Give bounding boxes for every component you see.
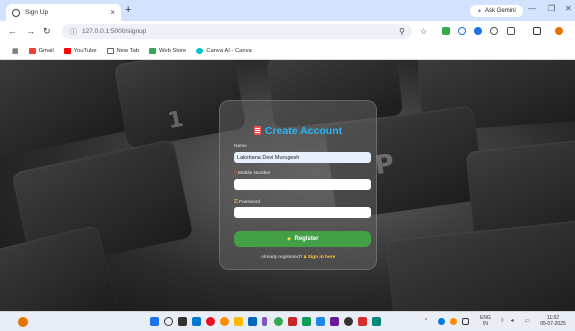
register-button[interactable]: ✦ Register — [234, 231, 371, 247]
document-icon — [253, 126, 261, 135]
back-arrow-icon[interactable]: ← — [8, 26, 17, 37]
web-store-icon — [149, 48, 156, 54]
start-menu-icon[interactable] — [150, 317, 159, 326]
app-icon[interactable] — [330, 317, 339, 326]
volume-icon[interactable]: 🔊︎ — [511, 318, 514, 324]
extensions-puzzle-icon[interactable] — [507, 27, 515, 35]
url-text: 127.0.0.1:5000/signup — [82, 28, 147, 35]
tab-title: Sign Up — [25, 9, 49, 16]
globe-icon — [12, 8, 20, 17]
password-label-text: Password — [239, 200, 261, 205]
tab-strip: Sign Up × + ✦ Ask Gemini — ❐ ✕ — [0, 0, 575, 21]
register-label: Register — [294, 236, 319, 242]
apps-grid-icon[interactable]: ▦ — [12, 47, 19, 55]
tray-app-icon[interactable] — [462, 318, 469, 325]
mobile-number-input[interactable] — [234, 179, 371, 190]
weather-widget-icon[interactable] — [18, 317, 28, 327]
tray-chevron-icon[interactable]: ^ — [425, 318, 427, 324]
app-icon[interactable] — [220, 317, 229, 326]
forward-arrow-icon[interactable]: → — [26, 26, 35, 37]
sparkle-icon: ✦ — [286, 236, 292, 243]
keyboard-key-image — [385, 219, 575, 311]
search-icon[interactable] — [164, 317, 173, 326]
language-indicator[interactable]: ENG IN — [480, 315, 491, 327]
store-icon[interactable] — [248, 317, 257, 326]
vscode-icon[interactable] — [316, 317, 325, 326]
form-title: Create Account — [220, 125, 376, 137]
tray-app-icon[interactable] — [438, 318, 445, 325]
app-icon[interactable] — [358, 317, 367, 326]
clock[interactable]: 11:52 05-07-2025 — [536, 315, 570, 327]
app-icon[interactable] — [206, 317, 215, 326]
extension-icon[interactable] — [442, 27, 450, 35]
maximize-button[interactable]: ❐ — [548, 4, 555, 13]
signup-page: 1 P Create Account Name Lakshana Devi Mu… — [0, 60, 575, 311]
new-tab-icon — [106, 48, 114, 54]
canva-icon — [196, 48, 204, 54]
bookmark-label: Gmail — [38, 48, 54, 54]
youtube-icon — [63, 48, 71, 54]
phone-icon: ▯ — [234, 171, 237, 176]
mobile-label-text: Mobile Number — [237, 171, 271, 176]
address-bar[interactable]: ⓘ 127.0.0.1:5000/signup — [62, 24, 412, 39]
sparkle-icon: ✦ — [477, 8, 483, 15]
app-icon[interactable] — [344, 317, 353, 326]
windows-taskbar: ^ ENG IN ⌔ 🔊︎ ▭ 11:52 05-07-2025 — [0, 311, 575, 331]
new-tab-button[interactable]: + — [125, 4, 131, 16]
lock-icon: 🔒︎ — [303, 255, 307, 260]
app-icon[interactable] — [262, 317, 267, 326]
browser-toolbar: ← → ↻ ⓘ 127.0.0.1:5000/signup ⚲ ☆ — [0, 21, 575, 43]
close-window-button[interactable]: ✕ — [565, 4, 572, 13]
bookmark-label: Web Store — [159, 48, 187, 54]
signin-row: Already registered? 🔒︎ Sign in here — [220, 254, 376, 260]
app-icon[interactable] — [302, 317, 311, 326]
battery-icon[interactable]: ▭ — [525, 318, 530, 324]
ask-gemini-label: Ask Gemini — [485, 8, 516, 14]
chrome-icon[interactable] — [274, 317, 283, 326]
bookmark-canva[interactable]: Canva AI - Canva — [196, 48, 252, 54]
wifi-icon[interactable]: ⌔ — [500, 318, 505, 324]
bookmark-gmail[interactable]: Gmail — [28, 48, 54, 54]
name-input[interactable]: Lakshana Devi Murugesh — [234, 152, 371, 163]
bookmark-youtube[interactable]: YouTube — [63, 48, 97, 54]
extension-blue-icon[interactable] — [474, 27, 482, 35]
profile-avatar-icon[interactable] — [555, 27, 563, 35]
password-input[interactable] — [234, 207, 371, 218]
signin-prompt: Already registered? — [260, 255, 303, 260]
bookmark-web-store[interactable]: Web Store — [149, 48, 186, 54]
side-panel-icon[interactable] — [533, 27, 541, 35]
zoom-icon[interactable]: ⚲ — [399, 26, 405, 37]
gmail-icon — [28, 48, 36, 54]
app-icon[interactable] — [288, 317, 297, 326]
password-label: ⚿ Password — [234, 199, 260, 205]
bookmark-label: New Tab — [116, 48, 139, 54]
file-explorer-icon[interactable] — [234, 317, 243, 326]
site-info-icon[interactable]: ⓘ — [70, 27, 77, 37]
bookmark-label: Canva AI - Canva — [206, 48, 252, 54]
reload-icon[interactable]: ↻ — [43, 26, 51, 37]
minimize-button[interactable]: — — [528, 4, 536, 13]
signin-link[interactable]: Sign in here — [308, 255, 335, 260]
signup-card: Create Account Name Lakshana Devi Muruge… — [219, 100, 377, 270]
ask-gemini-button[interactable]: ✦ Ask Gemini — [470, 5, 523, 17]
extension-outline-icon[interactable] — [490, 27, 498, 35]
clock-date: 05-07-2025 — [540, 321, 566, 327]
bookmark-new-tab[interactable]: New Tab — [106, 48, 139, 54]
key-icon: ⚿ — [234, 200, 238, 205]
form-title-text: Create Account — [264, 125, 343, 137]
extension-circle-icon[interactable] — [458, 27, 466, 35]
bookmark-label: YouTube — [73, 48, 97, 54]
edge-icon[interactable] — [192, 317, 201, 326]
tray-app-icon[interactable] — [450, 318, 457, 325]
star-icon[interactable]: ☆ — [420, 26, 427, 37]
tab-close-button[interactable]: × — [110, 8, 115, 17]
bookmarks-bar: ▦ Gmail YouTube New Tab Web Store Canva … — [0, 43, 575, 60]
region-code: IN — [482, 321, 488, 327]
name-label: Name — [234, 144, 247, 149]
tab-signup[interactable]: Sign Up × — [6, 4, 121, 21]
app-icon[interactable] — [372, 317, 381, 326]
mobile-label: ▯ Mobile Number — [234, 171, 271, 176]
task-view-icon[interactable] — [178, 317, 187, 326]
